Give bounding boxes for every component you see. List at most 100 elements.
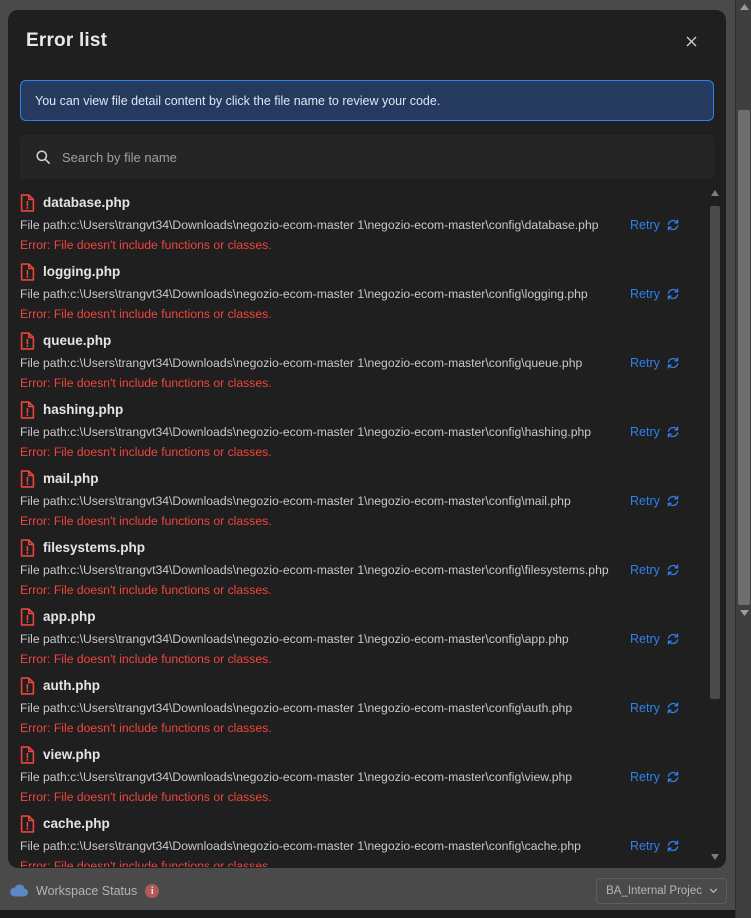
retry-button[interactable]: Retry bbox=[630, 356, 680, 370]
file-name-link[interactable]: mail.php bbox=[43, 471, 99, 486]
error-message: Error: File doesn't include functions or… bbox=[20, 445, 272, 459]
file-path: File path:c:\Users\trangvt34\Downloads\n… bbox=[20, 701, 573, 715]
file-error-icon bbox=[20, 262, 36, 281]
scroll-down-icon[interactable] bbox=[708, 851, 722, 863]
error-item-header: filesystems.php bbox=[20, 538, 708, 557]
cloud-icon bbox=[10, 884, 28, 898]
error-item-path-row: File path:c:\Users\trangvt34\Downloads\n… bbox=[20, 284, 708, 304]
info-banner: You can view file detail content by clic… bbox=[20, 80, 714, 121]
scrollbar-thumb[interactable] bbox=[710, 206, 720, 699]
error-item-header: view.php bbox=[20, 745, 708, 764]
retry-button[interactable]: Retry bbox=[630, 425, 680, 439]
retry-button[interactable]: Retry bbox=[630, 701, 680, 715]
error-item-header: hashing.php bbox=[20, 400, 708, 419]
error-list-item: cache.php File path:c:\Users\trangvt34\Do… bbox=[20, 808, 708, 867]
project-select[interactable]: BA_Internal Projec bbox=[596, 878, 727, 904]
error-item-header: mail.php bbox=[20, 469, 708, 488]
file-name-link[interactable]: view.php bbox=[43, 747, 100, 762]
error-list-item: logging.php File path:c:\Users\trangvt34\… bbox=[20, 256, 708, 325]
error-message: Error: File doesn't include functions or… bbox=[20, 376, 272, 390]
file-path: File path:c:\Users\trangvt34\Downloads\n… bbox=[20, 494, 571, 508]
error-item-path-row: File path:c:\Users\trangvt34\Downloads\n… bbox=[20, 698, 708, 718]
file-path: File path:c:\Users\trangvt34\Downloads\n… bbox=[20, 770, 573, 784]
file-name-link[interactable]: queue.php bbox=[43, 333, 111, 348]
file-name-link[interactable]: hashing.php bbox=[43, 402, 123, 417]
refresh-icon bbox=[666, 425, 680, 439]
file-path: File path:c:\Users\trangvt34\Downloads\n… bbox=[20, 356, 583, 370]
file-path: File path:c:\Users\trangvt34\Downloads\n… bbox=[20, 632, 569, 646]
error-list-item: database.php File path:c:\Users\trangvt34… bbox=[20, 187, 708, 256]
error-list-item: filesystems.php File path:c:\Users\trangv… bbox=[20, 532, 708, 601]
file-error-icon bbox=[20, 745, 36, 764]
file-name-link[interactable]: database.php bbox=[43, 195, 130, 210]
file-error-icon bbox=[20, 538, 36, 557]
error-item-path-row: File path:c:\Users\trangvt34\Downloads\n… bbox=[20, 767, 708, 787]
file-name-link[interactable]: filesystems.php bbox=[43, 540, 145, 555]
error-message: Error: File doesn't include functions or… bbox=[20, 652, 272, 666]
error-message: Error: File doesn't include functions or… bbox=[20, 583, 272, 597]
error-message: Error: File doesn't include functions or… bbox=[20, 514, 272, 528]
retry-button[interactable]: Retry bbox=[630, 839, 680, 853]
retry-label: Retry bbox=[630, 563, 660, 577]
scroll-up-icon[interactable] bbox=[708, 187, 722, 199]
bottom-strip bbox=[0, 910, 735, 918]
error-item-path-row: File path:c:\Users\trangvt34\Downloads\n… bbox=[20, 836, 708, 856]
file-path: File path:c:\Users\trangvt34\Downloads\n… bbox=[20, 425, 592, 439]
page-scroll-down-icon[interactable] bbox=[736, 606, 751, 620]
file-error-icon bbox=[20, 193, 36, 212]
error-message: Error: File doesn't include functions or… bbox=[20, 238, 272, 252]
info-badge[interactable]: i bbox=[145, 884, 160, 898]
retry-label: Retry bbox=[630, 494, 660, 508]
search-input[interactable] bbox=[62, 149, 700, 165]
workspace-status-label: Workspace Status bbox=[36, 884, 138, 898]
retry-button[interactable]: Retry bbox=[630, 563, 680, 577]
error-item-header: cache.php bbox=[20, 814, 708, 833]
error-list-item: app.php File path:c:\Users\trangvt34\Down… bbox=[20, 601, 708, 670]
error-item-header: auth.php bbox=[20, 676, 708, 695]
chevron-down-icon bbox=[708, 885, 720, 897]
error-list-scroll-area: database.php File path:c:\Users\trangvt34… bbox=[8, 187, 726, 867]
file-error-icon bbox=[20, 400, 36, 419]
error-list-item: mail.php File path:c:\Users\trangvt34\Dow… bbox=[20, 463, 708, 532]
error-item-path-row: File path:c:\Users\trangvt34\Downloads\n… bbox=[20, 560, 708, 580]
page-scrollbar-thumb[interactable] bbox=[738, 110, 750, 605]
file-path: File path:c:\Users\trangvt34\Downloads\n… bbox=[20, 563, 609, 577]
workspace-status[interactable]: Workspace Status i bbox=[10, 884, 160, 898]
error-message: Error: File doesn't include functions or… bbox=[20, 790, 272, 804]
error-item-path-row: File path:c:\Users\trangvt34\Downloads\n… bbox=[20, 629, 708, 649]
project-select-label: BA_Internal Projec bbox=[606, 885, 702, 897]
file-name-link[interactable]: cache.php bbox=[43, 816, 110, 831]
file-name-link[interactable]: auth.php bbox=[43, 678, 100, 693]
retry-label: Retry bbox=[630, 287, 660, 301]
retry-label: Retry bbox=[630, 770, 660, 784]
retry-label: Retry bbox=[630, 839, 660, 853]
retry-button[interactable]: Retry bbox=[630, 494, 680, 508]
file-error-icon bbox=[20, 607, 36, 626]
modal-header: Error list bbox=[8, 10, 726, 72]
file-path: File path:c:\Users\trangvt34\Downloads\n… bbox=[20, 839, 581, 853]
error-list-modal: Error list You can view file detail cont… bbox=[8, 10, 726, 868]
file-name-link[interactable]: app.php bbox=[43, 609, 96, 624]
file-error-icon bbox=[20, 469, 36, 488]
file-path: File path:c:\Users\trangvt34\Downloads\n… bbox=[20, 287, 588, 301]
error-list-scrollbar[interactable] bbox=[708, 187, 722, 867]
retry-button[interactable]: Retry bbox=[630, 770, 680, 784]
retry-button[interactable]: Retry bbox=[630, 218, 680, 232]
search-bar[interactable] bbox=[20, 135, 714, 179]
close-icon[interactable] bbox=[678, 28, 704, 54]
file-name-link[interactable]: logging.php bbox=[43, 264, 120, 279]
page-scrollbar[interactable] bbox=[735, 0, 751, 918]
error-item-header: database.php bbox=[20, 193, 708, 212]
retry-button[interactable]: Retry bbox=[630, 632, 680, 646]
error-item-header: app.php bbox=[20, 607, 708, 626]
page-scroll-up-icon[interactable] bbox=[736, 0, 751, 14]
file-error-icon bbox=[20, 814, 36, 833]
refresh-icon bbox=[666, 287, 680, 301]
error-item-header: queue.php bbox=[20, 331, 708, 350]
error-list-item: auth.php File path:c:\Users\trangvt34\Dow… bbox=[20, 670, 708, 739]
refresh-icon bbox=[666, 632, 680, 646]
refresh-icon bbox=[666, 563, 680, 577]
retry-button[interactable]: Retry bbox=[630, 287, 680, 301]
refresh-icon bbox=[666, 701, 680, 715]
error-message: Error: File doesn't include functions or… bbox=[20, 307, 272, 321]
